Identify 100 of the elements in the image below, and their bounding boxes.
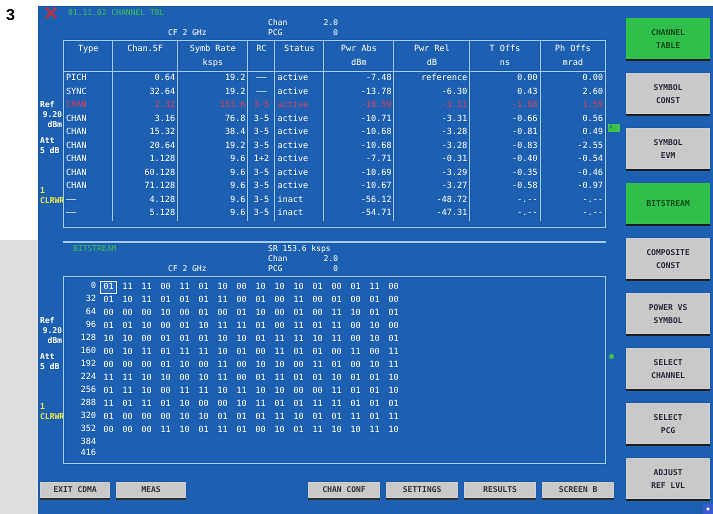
softkey[interactable]: SELECT CHANNEL [626,348,710,391]
bit-symbol: 11 [102,398,115,411]
trace-number: 1 [40,402,46,412]
table-cell: 3-5 [248,126,275,140]
table-cell: active [274,72,324,86]
table-cell: 9.6 [178,180,248,194]
table-cell: —— [248,72,275,86]
channel-row[interactable]: CHAN 15.32 38.4 3-5 active -10.68 -3.28 -0.81 0.49 [64,126,605,140]
bit-symbol: 01 [311,372,324,385]
softkey[interactable]: COMPOSITE CONST [626,238,710,281]
channel-row[interactable]: SYNC 32.64 19.2 —— active -13.78 -6.30 0.43 2.60 [64,86,605,99]
bit-symbol: 01 [178,320,191,333]
channel-row[interactable]: PICH 0.64 19.2 —— active -7.48 reference 0.00 0.00 [64,72,605,86]
bit-symbol: 00 [140,411,153,424]
bit-symbol: 01 [159,398,172,411]
table-cell: -0.81 [470,126,540,140]
softkey[interactable]: ADJUST REF LVL [626,458,710,501]
att-label: Att [40,352,56,362]
softkey[interactable]: SYMBOL CONST [626,73,710,116]
center-frequency: CF 2 GHz [168,264,208,274]
bit-symbol: 00 [216,398,229,411]
softkey[interactable]: SYMBOL EVM [626,128,710,171]
table-cell: 0.64 [112,72,178,86]
softkey[interactable]: BITSTREAM [626,183,710,226]
table-cell: 3-5 [248,99,275,112]
channel-row[interactable]: —— 5.128 9.6 3-5 inact -54.71 -47.31 -.-- -.-- [64,207,605,220]
bit-symbol: 01 [178,333,191,346]
bit-symbol: 11 [387,346,400,359]
bit-symbol: 11 [216,294,229,307]
channel-row[interactable]: CHAN 1.128 9.6 1+2 active -7.71 -0.31 -0.40 -0.54 [64,153,605,166]
table-cell: -13.78 [324,86,394,99]
bit-symbol: 10 [216,346,229,359]
bit-symbol: 11 [235,385,248,398]
bit-symbol: 10 [368,359,381,372]
bit-symbol: 00 [273,294,286,307]
bit-symbol: 01 [387,398,400,411]
bit-symbol: 01 [254,372,267,385]
bit-symbol: 11 [197,385,210,398]
channel-row[interactable]: CHAN 20.64 19.2 3-5 active -10.68 -3.28 -0.83 -2.55 [64,140,605,153]
bit-symbol: 11 [292,333,305,346]
channel-row[interactable]: CHAN 60.128 9.6 3-5 active -10.69 -3.29 -0.35 -0.46 [64,166,605,180]
bit-symbol: 10 [273,359,286,372]
table-cell: CHAN [64,166,113,180]
bit-symbol: 01 [254,294,267,307]
table-cell: -3.28 [394,140,470,153]
table-cell: -3.29 [394,166,470,180]
bit-symbol: 01 [349,372,362,385]
bit-symbol: 00 [178,372,191,385]
bit-symbol: 01 [387,333,400,346]
table-cell: -7.48 [324,72,394,86]
bit-symbol: 10 [197,372,210,385]
column-header: Ph Offs mrad [540,41,605,72]
table-cell: 19.2 [178,140,248,153]
menu-button[interactable]: RESULTS [464,482,536,500]
panel-title: BITSTREAM [73,244,118,254]
ref-unit: dBm [46,336,62,346]
bit-symbol: 00 [292,385,305,398]
bit-symbol: 11 [330,385,343,398]
bit-symbol: 11 [140,398,153,411]
channel-row[interactable]: CHAN 3.16 76.8 3-5 active -10.71 -3.31 -0.66 0.56 [64,112,605,126]
bit-symbol: 01 [311,346,324,359]
bit-symbol: 00 [330,346,343,359]
bit-symbol: 00 [349,359,362,372]
bit-symbol: 00 [235,372,248,385]
table-cell: inact [274,194,324,207]
bit-offset: 0 [90,281,96,293]
bit-symbol: 00 [349,294,362,307]
bit-symbol: 01 [121,398,134,411]
menu-button[interactable]: EXIT CDMA [40,482,110,500]
bit-symbol: 11 [349,411,362,424]
channel-row[interactable]: CHAN 71.128 9.6 3-5 active -10.67 -3.27 -0.58 -0.97 [64,180,605,194]
table-cell: -3.31 [394,112,470,126]
table-cell: 60.128 [112,166,178,180]
menu-button[interactable]: SCREEN B [542,482,614,500]
table-cell: 1+2 [248,153,275,166]
pcg-value: 0 [333,28,338,38]
bit-symbol: 01 [273,398,286,411]
menu-button[interactable]: MEAS [116,482,186,500]
bit-symbol: 11 [330,398,343,411]
table-cell: CHAN [64,153,113,166]
bit-symbol: 10 [387,372,400,385]
bit-symbol: 10 [121,346,134,359]
channel-row[interactable]: —— 4.128 9.6 3-5 inact -56.12 -48.72 -.-- -.-- [64,194,605,207]
bit-symbol: 11 [311,424,324,437]
bit-symbol: 00 [140,359,153,372]
bit-offset: 288 [80,398,96,410]
softkey[interactable]: SELECT PCG [626,403,710,446]
table-cell: CHAN [64,99,113,112]
softkey[interactable]: POWER VS SYMBOL [626,293,710,336]
bit-symbol: 01 [197,281,210,294]
softkey[interactable]: CHANNEL TABLE [626,18,710,61]
table-cell: 153.6 [178,99,248,112]
bit-symbol: 11 [197,346,210,359]
table-cell: -.-- [540,194,605,207]
table-cell: -3.28 [394,126,470,140]
bit-symbol: 01 [368,372,381,385]
menu-button[interactable]: SETTINGS [386,482,458,500]
bit-symbol: 11 [178,346,191,359]
menu-button[interactable]: CHAN CONF [308,482,380,500]
bit-symbol: 00 [216,307,229,320]
